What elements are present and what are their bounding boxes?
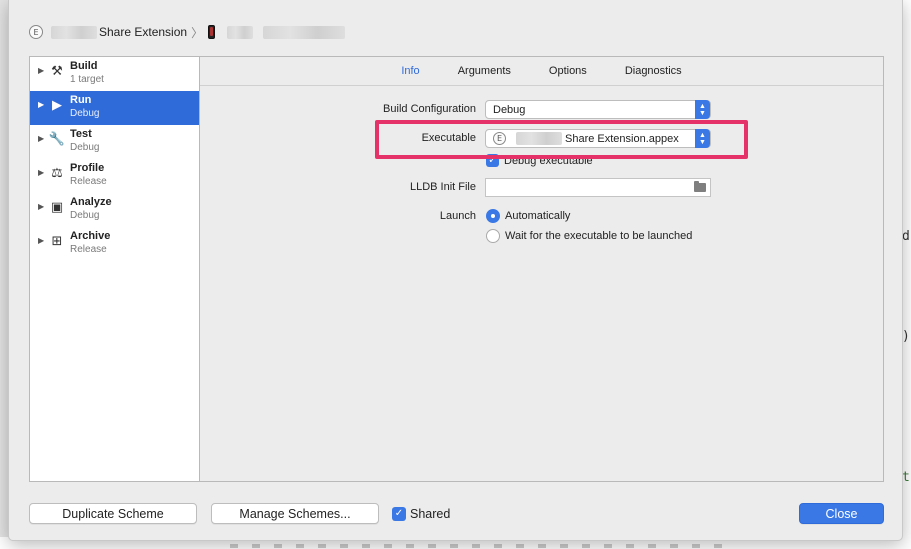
wrench-icon: 🔧 [48,131,66,147]
breadcrumb-target[interactable]: Share Extension [99,25,187,39]
disclosure-triangle-icon[interactable]: ▶ [38,202,46,211]
background-code-char: ) [902,329,910,344]
scheme-editor-sheet: E Share Extension 〉 ▶ ⚒ Build 1 target ▶ ▶ Run… [8,0,903,541]
device-icon [208,25,216,39]
highlight-box [375,120,748,159]
popup-stepper-icon: ▲ ▼ [695,100,710,119]
action-configuration: Release [70,176,107,187]
chevron-right-icon: 〉 [191,25,204,40]
lldb-init-file-label: LLDB Init File [409,181,476,193]
archive-icon: ⊞ [51,233,63,249]
action-configuration: Debug [70,142,100,153]
action-configuration: Release [70,244,107,255]
launch-label: Launch [439,210,476,222]
folder-icon[interactable] [694,181,706,192]
background-code-char: t [902,470,910,485]
launch-wait-label[interactable]: Wait for the executable to be launched [505,230,692,242]
redacted-text [227,25,254,39]
close-button[interactable]: Close [799,503,884,524]
scheme-action-list: ▶ ⚒ Build 1 target ▶ ▶ Run Debug ▶ 🔧 Test Debug ▶ ⚖ Pr… [29,56,200,482]
disclosure-triangle-icon[interactable]: ▶ [38,134,46,143]
disclosure-triangle-icon[interactable]: ▶ [38,236,46,245]
action-configuration: Debug [70,108,100,119]
action-configuration: 1 target [70,74,104,85]
redacted-device-name[interactable] [263,25,346,39]
scheme-action-test[interactable]: ▶ 🔧 Test Debug [30,125,199,159]
tab-diagnostics[interactable]: Diagnostics [606,57,701,85]
tab-bar: Info Arguments Options Diagnostics [200,57,883,86]
scheme-action-profile[interactable]: ▶ ⚖ Profile Release [30,159,199,193]
build-configuration-popup[interactable]: Debug ▲ ▼ [485,100,711,119]
shared-label[interactable]: Shared [410,507,450,521]
action-name: Build [70,60,98,72]
build-configuration-label: Build Configuration [383,103,476,115]
disclosure-triangle-icon[interactable]: ▶ [38,66,46,75]
action-name: Run [70,94,92,106]
disclosure-triangle-icon[interactable]: ▶ [38,168,46,177]
launch-automatically-label[interactable]: Automatically [505,210,570,222]
scheme-action-build[interactable]: ▶ ⚒ Build 1 target [30,57,199,91]
shared-checkbox[interactable]: ✓ [392,507,406,521]
tab-options[interactable]: Options [530,57,606,85]
scheme-action-run[interactable]: ▶ ▶ Run Debug [30,91,199,125]
tab-info[interactable]: Info [382,57,438,85]
lldb-init-file-field[interactable] [485,178,711,197]
disclosure-triangle-icon[interactable]: ▶ [38,100,46,109]
redacted-text [51,25,97,39]
background-code-char: d [902,229,910,244]
scheme-action-archive[interactable]: ▶ ⊞ Archive Release [30,227,199,261]
launch-wait-radio[interactable] [486,229,500,243]
manage-schemes-button[interactable]: Manage Schemes... [211,503,379,524]
breadcrumb: E Share Extension 〉 [29,22,346,42]
analyze-icon: ▣ [50,199,64,215]
duplicate-scheme-button[interactable]: Duplicate Scheme [29,503,197,524]
action-name: Archive [70,230,111,242]
hammer-icon: ⚒ [51,63,63,79]
launch-automatically-radio[interactable] [486,209,500,223]
action-configuration: Debug [70,210,100,221]
action-name: Analyze [70,196,112,208]
action-name: Profile [70,162,105,174]
extension-icon: E [29,25,43,39]
tab-arguments[interactable]: Arguments [439,57,530,85]
action-name: Test [70,128,92,140]
gauge-icon: ⚖ [51,165,63,181]
scheme-action-analyze[interactable]: ▶ ▣ Analyze Debug [30,193,199,227]
play-icon: ▶ [52,97,62,113]
build-configuration-value: Debug [493,103,526,116]
